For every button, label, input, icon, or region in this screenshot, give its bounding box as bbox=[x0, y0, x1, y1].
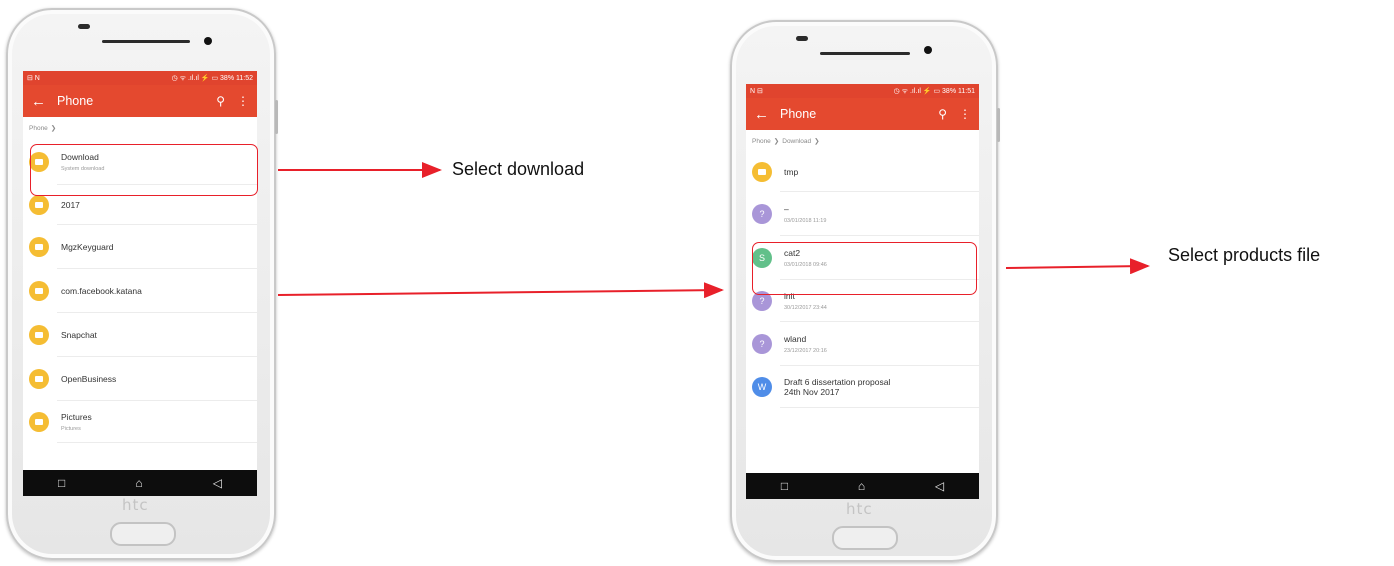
caption-select-download: Select download bbox=[452, 159, 585, 179]
arrow-to-right-phone bbox=[277, 282, 724, 299]
annotation-arrows bbox=[277, 162, 1150, 299]
caption-select-products-file: Select products file bbox=[1168, 245, 1321, 265]
arrow-to-step2 bbox=[1005, 258, 1150, 275]
